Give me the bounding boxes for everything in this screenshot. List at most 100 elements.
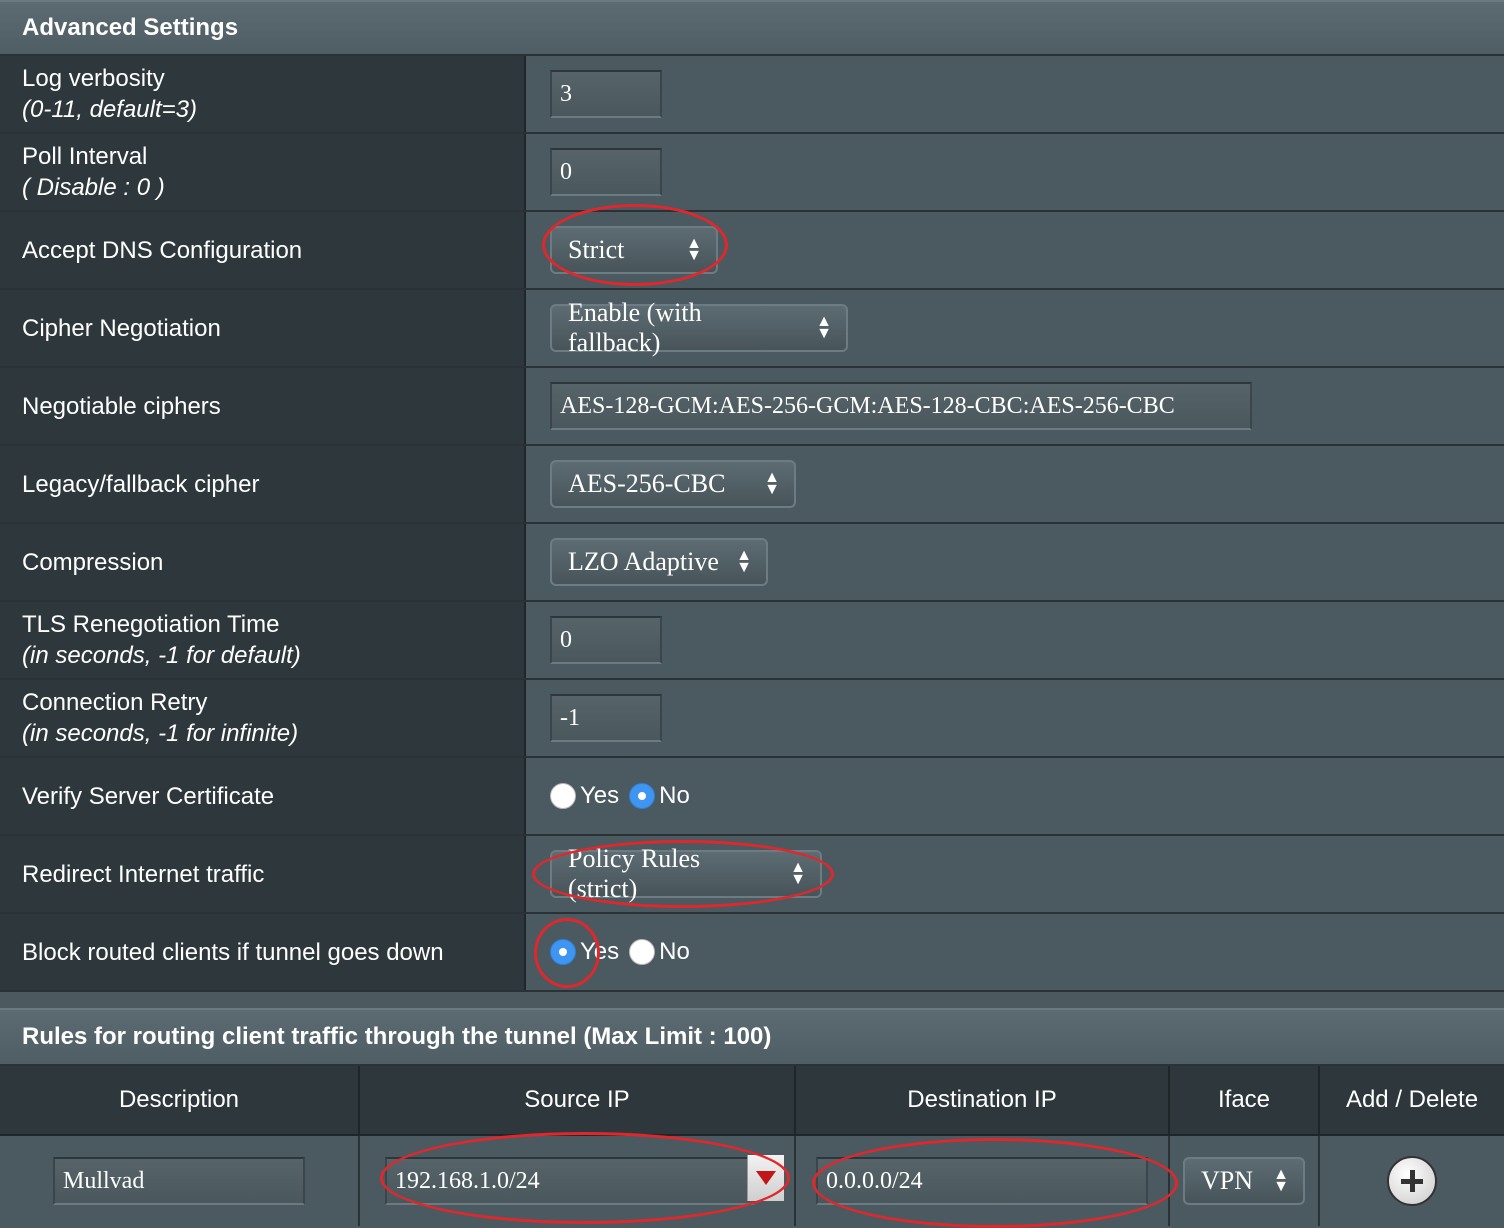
table-row: Mullvad 192.168.1.0/24 0.0.0.0/24 VPN ▲ ▼ (0, 1132, 1504, 1228)
rules-table: Description Source IP Destination IP Ifa… (0, 1066, 1504, 1228)
iface-cell: VPN ▲ ▼ (1170, 1136, 1320, 1226)
row-redirect-traffic: Redirect Internet traffic Policy Rules (… (0, 836, 1504, 914)
row-label: Log verbosity (22, 65, 165, 92)
updown-arrows-icon: ▲ ▼ (816, 313, 832, 342)
value-cell: 0 (526, 602, 1504, 678)
row-compression: Compression LZO Adaptive ▲ ▼ (0, 524, 1504, 602)
value-cell: AES-256-CBC ▲ ▼ (526, 446, 1504, 522)
row-poll-interval: Poll Interval ( Disable : 0 ) 0 (0, 134, 1504, 212)
destination-ip-input[interactable]: 0.0.0.0/24 (816, 1157, 1148, 1205)
value-cell: Strict ▲ ▼ (526, 204, 1504, 288)
description-cell: Mullvad (0, 1136, 360, 1226)
redirect-traffic-select[interactable]: Policy Rules (strict) ▲ ▼ (550, 844, 822, 903)
section-title-text: Advanced Settings (22, 14, 239, 41)
add-rule-button[interactable] (1387, 1156, 1437, 1206)
label-cell: Verify Server Certificate (0, 758, 526, 834)
label-cell: Poll Interval ( Disable : 0 ) (0, 134, 526, 210)
rules-title: Rules for routing client traffic through… (0, 1008, 1504, 1066)
compression-select[interactable]: LZO Adaptive ▲ ▼ (550, 538, 768, 586)
rules-table-header: Description Source IP Destination IP Ifa… (0, 1066, 1504, 1136)
legacy-cipher-select[interactable]: AES-256-CBC ▲ ▼ (550, 460, 796, 508)
value-cell: 3 (526, 56, 1504, 132)
row-hint: ( Disable : 0 ) (22, 174, 165, 201)
row-label: Verify Server Certificate (22, 782, 275, 810)
label-cell: TLS Renegotiation Time (in seconds, -1 f… (0, 602, 526, 678)
source-ip-cell: 192.168.1.0/24 (360, 1132, 796, 1226)
block-routed-radio-group: Yes No (550, 938, 700, 966)
label-cell: Negotiable ciphers (0, 368, 526, 444)
select-value: Policy Rules (strict) (568, 844, 701, 903)
source-ip-dropdown-button[interactable] (747, 1155, 784, 1201)
verify-cert-radio-group: Yes No (550, 782, 700, 810)
column-header-description: Description (0, 1066, 360, 1134)
row-label: Connection Retry (22, 689, 208, 716)
description-input[interactable]: Mullvad (53, 1157, 305, 1205)
row-accept-dns: Accept DNS Configuration Strict ▲ ▼ (0, 204, 1504, 290)
radio-label-yes: Yes (580, 938, 620, 965)
value-cell: 0 (526, 134, 1504, 210)
label-cell: Legacy/fallback cipher (0, 446, 526, 522)
row-label: Legacy/fallback cipher (22, 470, 260, 498)
cipher-negotiation-select[interactable]: Enable (with fallback) ▲ ▼ (550, 298, 848, 357)
updown-arrows-icon: ▲ ▼ (1273, 1166, 1289, 1195)
row-legacy-cipher: Legacy/fallback cipher AES-256-CBC ▲ ▼ (0, 446, 1504, 524)
row-block-routed: Block routed clients if tunnel goes down… (0, 914, 1504, 992)
row-verify-server-cert: Verify Server Certificate Yes No (0, 758, 1504, 836)
row-label: Compression (22, 548, 164, 576)
label-cell: Log verbosity (0-11, default=3) (0, 56, 526, 132)
label-cell: Redirect Internet traffic (0, 836, 526, 912)
updown-arrows-icon: ▲ ▼ (790, 859, 806, 888)
negotiable-ciphers-input[interactable]: AES-128-GCM:AES-256-GCM:AES-128-CBC:AES-… (550, 382, 1252, 430)
row-log-verbosity: Log verbosity (0-11, default=3) 3 (0, 56, 1504, 134)
destination-ip-cell: 0.0.0.0/24 (796, 1136, 1178, 1228)
column-header-source-ip: Source IP (360, 1066, 796, 1134)
tls-renegotiation-input[interactable]: 0 (550, 616, 662, 664)
accept-dns-select[interactable]: Strict ▲ ▼ (550, 226, 718, 274)
iface-select[interactable]: VPN ▲ ▼ (1183, 1157, 1305, 1205)
row-connection-retry: Connection Retry (in seconds, -1 for inf… (0, 680, 1504, 758)
select-value: Strict (568, 235, 625, 264)
value-cell: Enable (with fallback) ▲ ▼ (526, 290, 1504, 366)
source-ip-input[interactable]: 192.168.1.0/24 (385, 1157, 755, 1205)
dropdown-arrow-icon (756, 1171, 776, 1185)
add-delete-cell (1320, 1136, 1504, 1226)
value-cell: Yes No (526, 914, 1504, 990)
label-cell: Cipher Negotiation (0, 290, 526, 366)
poll-interval-input[interactable]: 0 (550, 148, 662, 196)
row-label: Block routed clients if tunnel goes down (22, 938, 444, 966)
label-cell: Compression (0, 524, 526, 600)
row-label: Negotiable ciphers (22, 392, 221, 420)
row-tls-renegotiation: TLS Renegotiation Time (in seconds, -1 f… (0, 602, 1504, 680)
log-verbosity-input[interactable]: 3 (550, 70, 662, 118)
value-cell: Yes No (526, 758, 1504, 834)
section-title-text: Rules for routing client traffic through… (22, 1023, 772, 1050)
row-label: TLS Renegotiation Time (22, 611, 280, 638)
row-hint: (in seconds, -1 for default) (22, 642, 301, 669)
column-header-add-delete: Add / Delete (1345, 1086, 1479, 1113)
column-header-iface: Iface (1170, 1066, 1320, 1134)
radio-label-yes: Yes (580, 782, 620, 809)
select-value: VPN (1201, 1166, 1254, 1195)
row-label: Accept DNS Configuration (22, 236, 303, 264)
row-label: Cipher Negotiation (22, 314, 221, 342)
block-routed-no-radio[interactable] (629, 939, 656, 965)
connection-retry-input[interactable]: -1 (550, 694, 662, 742)
updown-arrows-icon: ▲ ▼ (686, 235, 702, 264)
label-cell: Connection Retry (in seconds, -1 for inf… (0, 680, 526, 756)
label-cell: Block routed clients if tunnel goes down (0, 914, 526, 990)
block-routed-yes-radio[interactable] (550, 939, 576, 965)
row-cipher-negotiation: Cipher Negotiation Enable (with fallback… (0, 290, 1504, 368)
row-negotiable-ciphers: Negotiable ciphers AES-128-GCM:AES-256-G… (0, 368, 1504, 446)
verify-cert-yes-radio[interactable] (550, 783, 576, 809)
updown-arrows-icon: ▲ ▼ (764, 469, 780, 498)
label-cell: Accept DNS Configuration (0, 212, 526, 288)
verify-cert-no-radio[interactable] (629, 783, 656, 809)
advanced-settings-table: Log verbosity (0-11, default=3) 3 Poll I… (0, 56, 1504, 992)
column-header-destination-ip: Destination IP (796, 1066, 1170, 1134)
value-cell: AES-128-GCM:AES-256-GCM:AES-128-CBC:AES-… (526, 368, 1504, 444)
updown-arrows-icon: ▲ ▼ (736, 547, 752, 576)
select-value: Enable (with fallback) (568, 298, 702, 357)
radio-label-no: No (659, 938, 690, 965)
row-label: Poll Interval (22, 143, 148, 170)
select-value: LZO Adaptive (568, 547, 719, 576)
